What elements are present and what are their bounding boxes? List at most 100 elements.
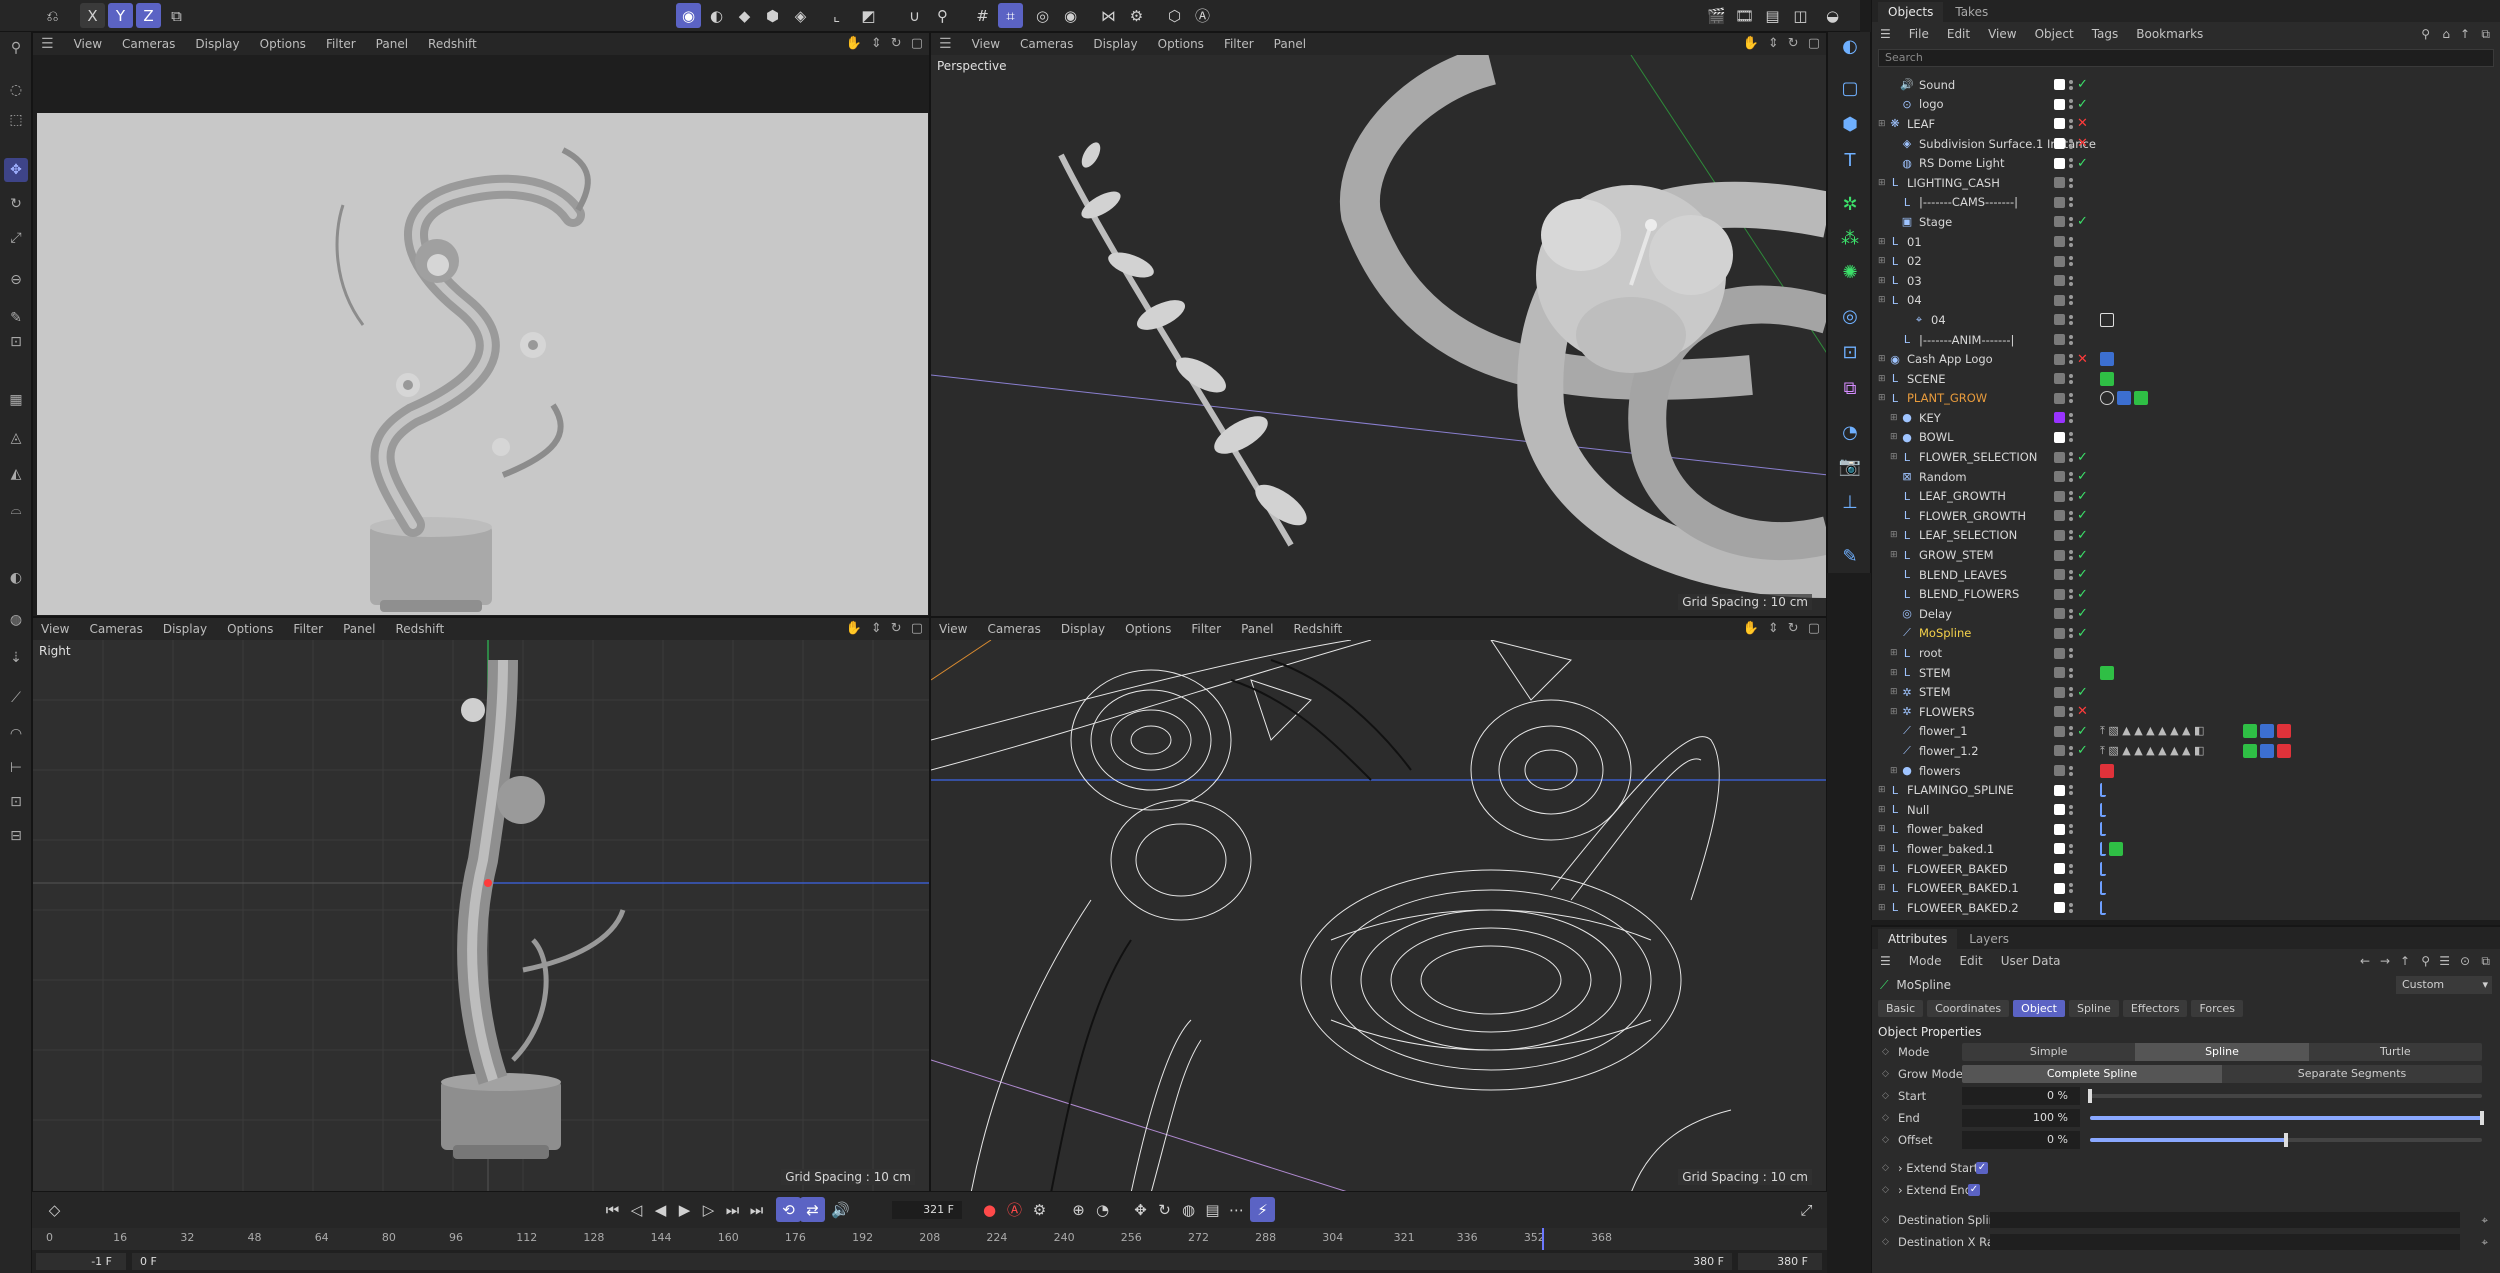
object-row[interactable]: ⊞ L 01 bbox=[1872, 232, 2500, 252]
menu-display[interactable]: Display bbox=[163, 622, 207, 636]
enabled-check-icon[interactable]: ✓ bbox=[2077, 77, 2089, 92]
spline-tag-icon[interactable] bbox=[2100, 783, 2106, 798]
enabled-check-icon[interactable]: ✓ bbox=[2077, 450, 2089, 465]
menu-redshift[interactable]: Redshift bbox=[428, 37, 477, 51]
object-row[interactable]: ⊞ Lflower_baked.1 bbox=[1872, 839, 2500, 859]
offset-slider[interactable] bbox=[2090, 1133, 2482, 1147]
axis-tool-icon[interactable]: ⊡ bbox=[4, 330, 28, 354]
layer-color-swatch[interactable] bbox=[2054, 588, 2065, 600]
expand-toggle-icon[interactable]: ⊞ bbox=[1878, 844, 1888, 854]
layer-color-swatch[interactable] bbox=[2054, 334, 2065, 346]
redshift-tag-icon[interactable] bbox=[2100, 763, 2114, 778]
param-key-icon[interactable]: ◍ bbox=[1176, 1197, 1201, 1222]
sketch-icon[interactable]: ✎ bbox=[1836, 542, 1864, 570]
object-row[interactable]: ⊠ Random ✓ bbox=[1872, 467, 2500, 487]
visibility-dots[interactable] bbox=[2069, 393, 2073, 404]
param-bullet-icon[interactable]: ◇ bbox=[1882, 1135, 1889, 1145]
visibility-dots[interactable] bbox=[2069, 295, 2073, 306]
render-picture-viewer-icon[interactable]: 🎞 bbox=[1732, 3, 1757, 28]
menu-cameras[interactable]: Cameras bbox=[122, 37, 175, 51]
object-row[interactable]: ⊞ L 04 bbox=[1872, 291, 2500, 311]
layer-color-swatch[interactable] bbox=[2054, 216, 2065, 228]
model-mode-icon[interactable]: ◉ bbox=[676, 3, 701, 28]
object-row[interactable]: ▣ Stage ✓ bbox=[1872, 212, 2500, 232]
layer-color-swatch[interactable] bbox=[2054, 138, 2065, 150]
visibility-dots[interactable] bbox=[2069, 452, 2073, 463]
layer-color-swatch[interactable] bbox=[2054, 823, 2065, 835]
disabled-cross-icon[interactable]: ✕ bbox=[2077, 136, 2089, 151]
enabled-check-icon[interactable]: ✓ bbox=[2077, 469, 2089, 484]
layer-color-swatch[interactable] bbox=[2054, 647, 2065, 659]
spline-tag-icon[interactable] bbox=[2100, 900, 2106, 915]
layer-color-swatch[interactable] bbox=[2054, 451, 2065, 463]
edges-mode-icon[interactable]: ⬢ bbox=[760, 3, 785, 28]
visibility-dots[interactable] bbox=[2069, 118, 2073, 129]
measure-tool-icon[interactable]: ⊢ bbox=[4, 756, 28, 780]
layer-color-swatch[interactable] bbox=[2054, 118, 2065, 130]
object-row[interactable]: ⊞ ● KEY bbox=[1872, 408, 2500, 428]
param-bullet-icon[interactable]: ◇ bbox=[1882, 1113, 1889, 1123]
spline-tag-icon[interactable] bbox=[2100, 822, 2106, 837]
object-row[interactable]: L FLOWER_GROWTH ✓ bbox=[1872, 506, 2500, 526]
menu-panel[interactable]: Panel bbox=[1274, 37, 1306, 51]
cube-outline-icon[interactable]: ▢ bbox=[1836, 74, 1864, 102]
menu-display[interactable]: Display bbox=[1061, 622, 1105, 636]
destination-x-rail-link-field[interactable] bbox=[1990, 1234, 2460, 1250]
object-row[interactable]: ⊞ L FLOWER_SELECTION ✓ bbox=[1872, 447, 2500, 467]
object-row[interactable]: L BLEND_LEAVES ✓ bbox=[1872, 565, 2500, 585]
motion-key-icon[interactable]: ⋯ bbox=[1224, 1197, 1249, 1222]
workplane-icon[interactable]: ◎ bbox=[1030, 3, 1055, 28]
layer-color-swatch[interactable] bbox=[2054, 471, 2065, 483]
menu-display[interactable]: Display bbox=[1093, 37, 1137, 51]
object-row[interactable]: L BLEND_FLOWERS ✓ bbox=[1872, 584, 2500, 604]
deformer-tool-icon[interactable]: ◭ bbox=[4, 462, 28, 486]
floor-icon[interactable]: ⊥ bbox=[1836, 488, 1864, 516]
subtab-coordinates[interactable]: Coordinates bbox=[1927, 999, 2010, 1017]
object-row[interactable]: ⊞ L SCENE bbox=[1872, 369, 2500, 389]
enabled-check-icon[interactable]: ✓ bbox=[2077, 508, 2089, 523]
zoom-icon[interactable]: ⇕ bbox=[871, 621, 882, 636]
grow-mode-option-complete[interactable]: Complete Spline bbox=[1962, 1065, 2222, 1083]
layer-color-swatch[interactable] bbox=[2054, 706, 2065, 718]
menu-options[interactable]: Options bbox=[227, 622, 273, 636]
viewport-canvas[interactable]: Perspective Grid Spacing : 10 cm bbox=[931, 45, 1826, 616]
effector-icon[interactable]: ✺ bbox=[1836, 258, 1864, 286]
visibility-dots[interactable] bbox=[2069, 491, 2073, 502]
material-tag-icon[interactable] bbox=[2100, 665, 2114, 680]
hamburger-icon[interactable]: ☰ bbox=[939, 36, 952, 52]
maximize-icon[interactable]: ▢ bbox=[911, 36, 923, 51]
menu-filter[interactable]: Filter bbox=[1224, 37, 1254, 51]
menu-panel[interactable]: Panel bbox=[1241, 622, 1273, 636]
object-row[interactable]: ◎ Delay ✓ bbox=[1872, 604, 2500, 624]
next-frame-icon[interactable]: ▷ bbox=[696, 1197, 721, 1222]
visibility-dots[interactable] bbox=[2069, 628, 2073, 639]
visibility-dots[interactable] bbox=[2069, 863, 2073, 874]
viewport-camera[interactable]: ☰ View Cameras Display Options Filter Pa… bbox=[32, 32, 930, 617]
expand-toggle-icon[interactable]: ⊞ bbox=[1890, 668, 1900, 678]
tab-takes[interactable]: Takes bbox=[1945, 2, 1998, 22]
position-key-icon[interactable]: ⊕ bbox=[1066, 1197, 1091, 1222]
maximize-icon[interactable]: ▢ bbox=[911, 621, 923, 636]
material-tag-icon[interactable] bbox=[2243, 743, 2257, 758]
menu-edit[interactable]: Edit bbox=[1947, 27, 1970, 41]
expand-toggle-icon[interactable]: ⊞ bbox=[1890, 530, 1900, 540]
visibility-dots[interactable] bbox=[2069, 99, 2073, 110]
visibility-dots[interactable] bbox=[2069, 785, 2073, 796]
viewport-right[interactable]: View Cameras Display Options Filter Pane… bbox=[32, 617, 930, 1192]
expand-toggle-icon[interactable]: ⊞ bbox=[1890, 648, 1900, 658]
expand-toggle-icon[interactable]: ⊞ bbox=[1878, 903, 1888, 913]
rotate-key-icon[interactable]: ↻ bbox=[1152, 1197, 1177, 1222]
scale-key-icon[interactable]: ◔ bbox=[1090, 1197, 1115, 1222]
object-row[interactable]: ⊞ L GROW_STEM ✓ bbox=[1872, 545, 2500, 565]
layer-color-swatch[interactable] bbox=[2054, 784, 2065, 796]
menu-view[interactable]: View bbox=[939, 622, 967, 636]
layer-color-swatch[interactable] bbox=[2054, 177, 2065, 189]
scene-node-icon[interactable]: ⧉ bbox=[1836, 374, 1864, 402]
disabled-cross-icon[interactable]: ✕ bbox=[2077, 704, 2089, 719]
mode-option-simple[interactable]: Simple bbox=[1962, 1043, 2135, 1061]
grow-mode-segmented-control[interactable]: Complete Spline Separate Segments bbox=[1962, 1065, 2482, 1083]
visibility-dots[interactable] bbox=[2069, 432, 2073, 443]
object-row[interactable]: ⊞ L FLAMINGO_SPLINE bbox=[1872, 780, 2500, 800]
points-mode-icon[interactable]: ◆ bbox=[732, 3, 757, 28]
material-tag-icon[interactable] bbox=[2134, 391, 2148, 406]
